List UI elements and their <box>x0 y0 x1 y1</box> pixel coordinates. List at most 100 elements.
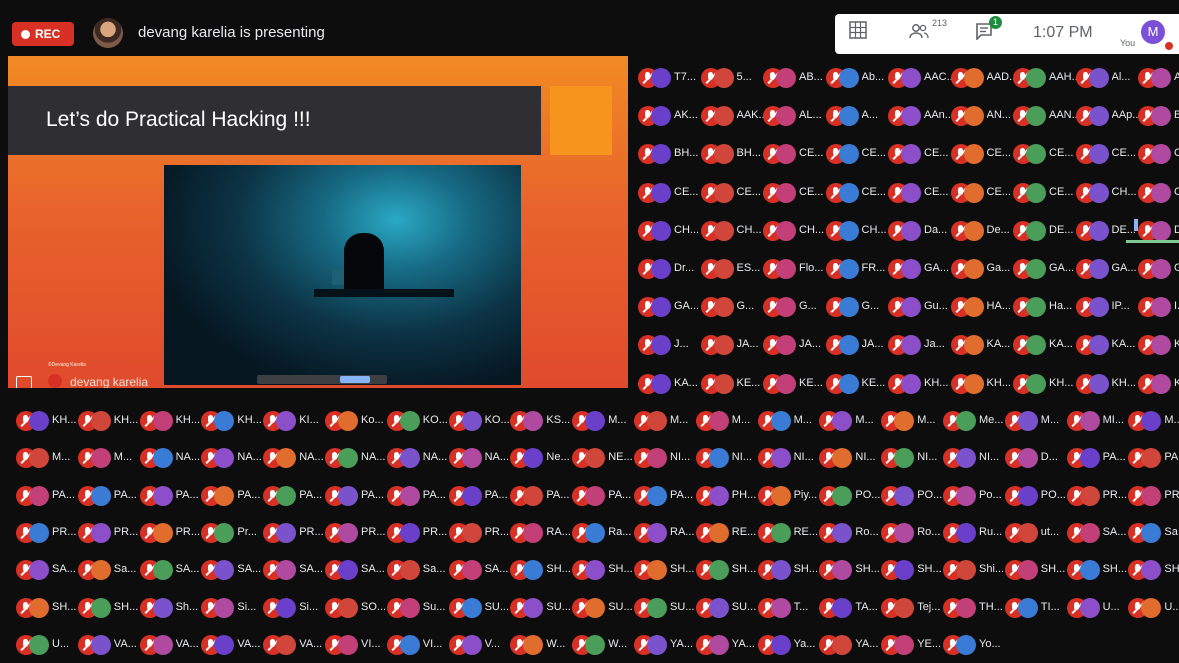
participant-tile[interactable]: NI... <box>695 448 754 469</box>
participant-tile[interactable]: AAC... <box>888 68 956 88</box>
participant-tile[interactable]: KH... <box>950 373 1011 394</box>
participant-tile[interactable]: T... <box>757 597 816 618</box>
participant-tile[interactable]: De... <box>950 220 1010 241</box>
participant-tile[interactable]: PR... <box>16 522 76 543</box>
participant-tile[interactable]: CE... <box>1075 144 1136 165</box>
participant-tile[interactable]: Sh... <box>139 597 198 618</box>
participant-tile[interactable]: G... <box>700 297 759 318</box>
participant-tile[interactable]: CE... <box>825 144 886 165</box>
participant-tile[interactable]: PR... <box>386 522 447 543</box>
participant-tile[interactable]: VI... <box>325 634 383 655</box>
participant-tile[interactable]: I... <box>1138 297 1179 318</box>
participant-tile[interactable]: AAK... <box>700 106 768 127</box>
participant-tile[interactable]: NA... <box>448 448 509 469</box>
participant-tile[interactable]: M... <box>77 448 136 469</box>
participant-tile[interactable]: CE... <box>763 144 823 165</box>
participant-tile[interactable]: CE... <box>700 182 761 203</box>
participant-tile[interactable]: AAD... <box>950 68 1018 88</box>
participant-tile[interactable]: Sa <box>1128 522 1179 543</box>
participant-tile[interactable]: PA... <box>634 485 693 506</box>
participant-tile[interactable]: NA... <box>386 448 447 469</box>
participant-tile[interactable]: PA... <box>510 485 569 506</box>
participant-tile[interactable]: U... <box>1128 597 1179 618</box>
participant-tile[interactable]: PA... <box>572 485 631 506</box>
participant-tile[interactable]: TI... <box>1004 597 1063 618</box>
participant-tile[interactable]: GA... <box>1075 259 1137 279</box>
participant-tile[interactable]: RE... <box>695 522 756 543</box>
participant-tile[interactable]: Po... <box>943 485 1002 506</box>
participant-tile[interactable]: PA <box>1128 448 1179 469</box>
participant-tile[interactable]: Ha... <box>1013 297 1072 318</box>
participant-tile[interactable]: M... <box>1004 411 1063 431</box>
participant-tile[interactable]: SO... <box>325 597 386 618</box>
participant-tile[interactable]: AAn... <box>888 106 954 127</box>
participant-tile[interactable]: SA... <box>201 560 261 581</box>
participant-tile[interactable]: M... <box>634 411 692 431</box>
participant-tile[interactable]: SA... <box>1066 522 1126 543</box>
participant-tile[interactable]: RA... <box>510 522 571 543</box>
participant-tile[interactable]: KH <box>1138 373 1179 394</box>
participant-tile[interactable]: KE... <box>825 373 885 394</box>
participant-tile[interactable]: PR... <box>448 522 509 543</box>
participant-tile[interactable]: AAp... <box>1075 106 1141 127</box>
participant-tile[interactable]: AN... <box>950 106 1011 127</box>
participant-tile[interactable]: KH... <box>201 411 262 431</box>
participant-tile[interactable]: ES... <box>700 259 760 279</box>
participant-tile[interactable]: Ja... <box>888 335 946 356</box>
participant-tile[interactable]: CE... <box>950 182 1011 203</box>
participant-tile[interactable]: SU... <box>572 597 633 618</box>
participant-tile[interactable]: NA... <box>201 448 262 469</box>
user-avatar[interactable]: M <box>1141 20 1165 44</box>
participant-tile[interactable]: SA... <box>16 560 76 581</box>
participant-tile[interactable]: Dr... <box>638 259 696 279</box>
participant-tile[interactable]: FR... <box>825 259 885 279</box>
participant-tile[interactable]: Su... <box>386 597 445 618</box>
participant-tile[interactable]: SH <box>1128 560 1179 581</box>
participant-tile[interactable]: KO... <box>448 411 510 431</box>
participant-tile[interactable]: CH... <box>825 220 887 241</box>
participant-tile[interactable]: CH <box>1138 182 1179 203</box>
participant-tile[interactable]: Ro... <box>819 522 879 543</box>
participant-tile[interactable]: Gu... <box>888 297 948 318</box>
participant-tile[interactable]: KH... <box>1013 373 1073 394</box>
participant-tile[interactable]: V... <box>448 634 507 655</box>
participant-tile[interactable]: CE... <box>825 182 886 203</box>
participant-tile[interactable]: AAH... <box>1013 68 1081 88</box>
participant-tile[interactable]: GA... <box>1013 259 1074 279</box>
participant-tile[interactable]: SH... <box>881 560 942 581</box>
participant-tile[interactable]: BH... <box>700 144 761 165</box>
participant-tile[interactable]: NE... <box>572 448 633 469</box>
participant-tile[interactable]: RA... <box>634 522 694 543</box>
participant-tile[interactable]: Ru... <box>943 522 1002 543</box>
participant-tile[interactable]: KH... <box>16 411 76 431</box>
participant-tile[interactable]: GA... <box>638 297 699 318</box>
participant-tile[interactable]: SU... <box>510 597 571 618</box>
participant-tile[interactable]: KS... <box>510 411 570 431</box>
participant-tile[interactable]: CH... <box>763 220 824 241</box>
participant-tile[interactable]: M... <box>16 448 74 469</box>
participant-tile[interactable]: PA... <box>16 485 75 506</box>
participant-tile[interactable]: PA... <box>448 485 508 506</box>
participant-tile[interactable]: SH... <box>16 597 76 618</box>
participant-tile[interactable]: SH... <box>77 597 138 618</box>
participant-tile[interactable]: AAN... <box>1013 106 1081 127</box>
people-icon[interactable] <box>909 22 929 40</box>
participant-tile[interactable]: YA... <box>819 634 878 655</box>
participant-tile[interactable]: SA... <box>263 560 323 581</box>
participant-tile[interactable]: CE... <box>1013 144 1073 165</box>
participant-tile[interactable]: YA... <box>634 634 693 655</box>
participant-tile[interactable]: PR... <box>139 522 200 543</box>
participant-tile[interactable]: JA... <box>700 335 759 356</box>
participant-tile[interactable]: KH... <box>888 373 948 394</box>
participant-tile[interactable]: SA... <box>139 560 199 581</box>
presentation-tile[interactable]: Let’s do Practical Hacking !!! ©Devang K… <box>8 56 628 388</box>
participant-tile[interactable]: VI... <box>386 634 445 655</box>
participant-tile[interactable]: Da... <box>888 220 947 241</box>
participant-tile[interactable]: CH... <box>700 220 762 241</box>
participant-tile[interactable]: VA... <box>139 634 199 655</box>
participant-tile[interactable]: PR... <box>263 522 324 543</box>
participant-tile[interactable]: SH... <box>1004 560 1065 581</box>
stop-sharing-button[interactable] <box>340 376 370 383</box>
participant-tile[interactable]: SU... <box>695 597 756 618</box>
participant-tile[interactable]: U... <box>16 634 74 655</box>
